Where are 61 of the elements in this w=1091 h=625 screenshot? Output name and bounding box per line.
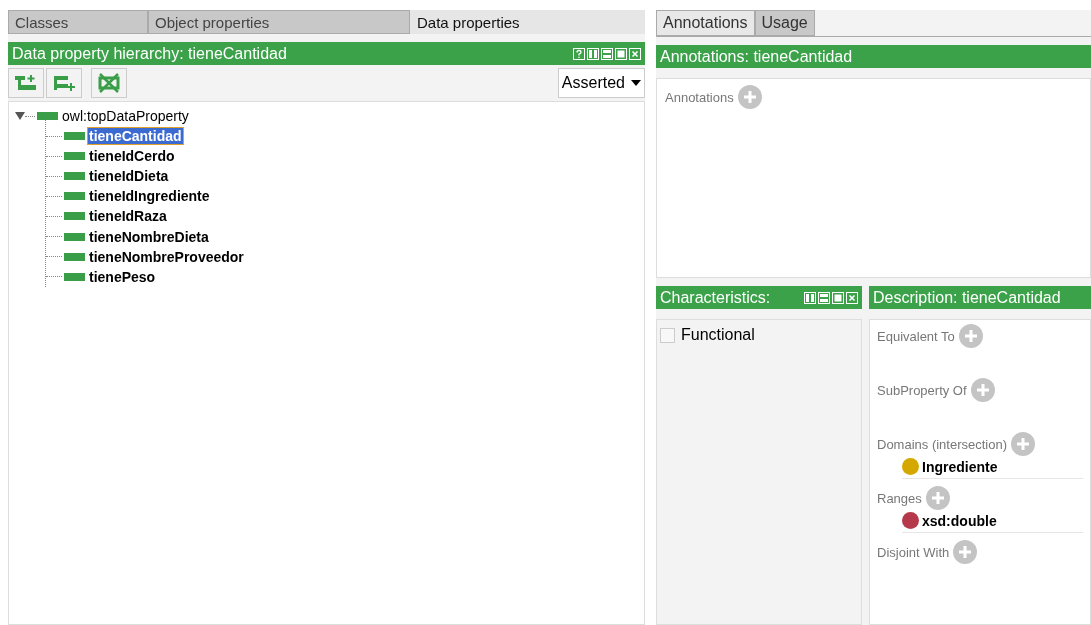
add-subproperty-button[interactable] — [8, 68, 44, 98]
tree-item[interactable]: tienePeso — [88, 268, 157, 285]
panel-title: Annotations: tieneCantidad — [660, 47, 853, 66]
split-vertical-icon[interactable] — [804, 291, 816, 304]
property-icon — [64, 192, 85, 201]
property-icon — [64, 272, 85, 281]
tree-item[interactable]: tieneIdCerdo — [88, 148, 176, 165]
panel-title: Characteristics: — [660, 288, 771, 307]
tree-item[interactable]: tieneNombreDieta — [88, 228, 210, 245]
tab[interactable]: Classes — [8, 10, 148, 34]
split-horizontal-icon[interactable] — [818, 291, 830, 304]
add-icon[interactable] — [970, 378, 995, 402]
split-horizontal-icon[interactable] — [601, 47, 613, 60]
caret-icon — [631, 80, 641, 86]
expanded-triangle-icon[interactable] — [15, 111, 25, 121]
tree-item[interactable]: tieneCantidad — [88, 128, 183, 145]
help-icon[interactable] — [573, 47, 585, 60]
checkbox-label: Functional — [681, 326, 755, 344]
tree-item[interactable]: tieneIdDieta — [88, 168, 170, 185]
tab[interactable]: Annotations — [656, 10, 755, 36]
close-icon[interactable] — [846, 291, 858, 304]
section-label: Domains (intersection) — [877, 436, 1008, 452]
add-icon[interactable] — [958, 324, 983, 348]
section-label: Ranges — [877, 490, 922, 506]
property-icon — [64, 252, 85, 261]
add-child-icon — [14, 74, 38, 92]
panel-title: Data property hierarchy: tieneCantidad — [12, 44, 287, 63]
add-sibling-icon — [52, 74, 76, 92]
section-label: SubProperty Of — [877, 382, 967, 398]
section-label: Annotations — [665, 89, 734, 105]
maximize-icon[interactable] — [615, 47, 627, 60]
tab[interactable]: Usage — [754, 10, 815, 36]
property-icon — [64, 132, 85, 141]
section-label: Equivalent To — [877, 328, 955, 344]
split-vertical-icon[interactable] — [587, 47, 599, 60]
add-icon[interactable] — [737, 85, 762, 109]
property-icon — [37, 112, 58, 120]
add-icon[interactable] — [925, 486, 950, 510]
add-icon[interactable] — [953, 540, 978, 564]
tree-item[interactable]: tieneNombreProveedor — [88, 248, 245, 265]
panel-title: Description: tieneCantidad — [873, 288, 1061, 307]
checkbox[interactable] — [660, 327, 675, 343]
property-icon — [64, 212, 85, 221]
view-dropdown[interactable]: Asserted — [557, 68, 645, 98]
property-icon — [64, 172, 85, 181]
tab[interactable]: Data properties — [410, 10, 645, 34]
tree-item[interactable]: tieneIdIngrediente — [88, 188, 211, 205]
tree-item[interactable]: tieneIdRaza — [88, 208, 168, 225]
add-sibling-button[interactable] — [46, 68, 82, 98]
delete-button[interactable] — [91, 68, 127, 98]
close-icon[interactable] — [629, 47, 641, 60]
entity-label[interactable]: xsd:double — [922, 512, 997, 529]
property-icon — [64, 152, 85, 161]
tab[interactable]: Object properties — [148, 10, 410, 34]
maximize-icon[interactable] — [832, 291, 844, 304]
add-icon[interactable] — [1011, 432, 1036, 456]
section-label: Disjoint With — [877, 544, 950, 560]
tree-item[interactable]: owl:topDataProperty — [61, 108, 190, 124]
entity-label[interactable]: Ingrediente — [922, 458, 998, 475]
delete-icon — [97, 73, 121, 93]
property-icon — [64, 232, 85, 241]
